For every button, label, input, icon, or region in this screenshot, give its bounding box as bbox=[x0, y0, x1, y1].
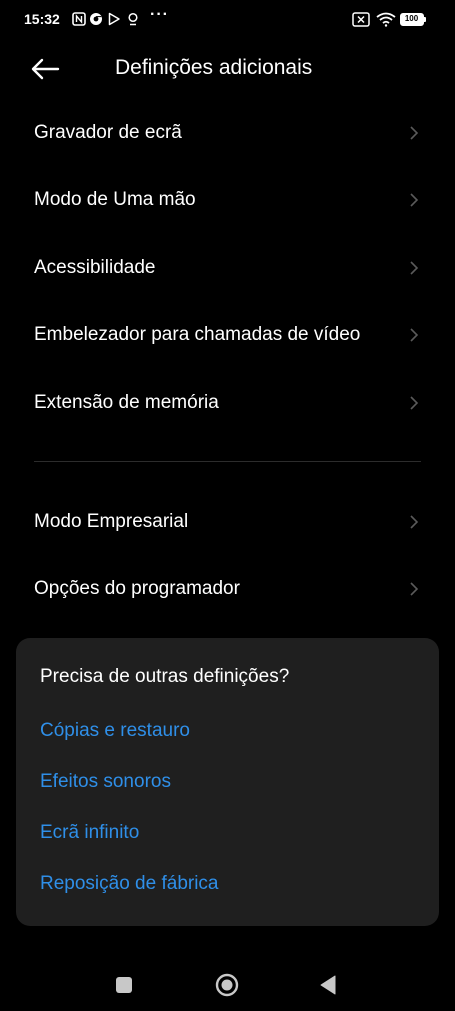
list-item-label: Embelezador para chamadas de vídeo bbox=[34, 324, 361, 346]
battery-level: 100 bbox=[404, 14, 419, 23]
chevron-right-icon bbox=[410, 261, 419, 275]
list-item-video-call-beautifier[interactable]: Embelezador para chamadas de vídeo bbox=[0, 302, 455, 370]
list-item-label: Acessibilidade bbox=[34, 256, 156, 278]
chrome-icon bbox=[90, 13, 102, 25]
recents-square-icon[interactable] bbox=[115, 976, 133, 994]
chevron-right-icon bbox=[410, 515, 419, 529]
chevron-right-icon bbox=[410, 582, 419, 596]
link-sound-effects[interactable]: Efeitos sonoros bbox=[40, 771, 171, 793]
link-backup-restore[interactable]: Cópias e restauro bbox=[40, 720, 190, 742]
battery-tip bbox=[424, 17, 426, 22]
back-triangle-icon[interactable] bbox=[319, 975, 337, 995]
status-bar: 15:32 ··· 100 bbox=[0, 0, 455, 40]
arrow-left-icon bbox=[31, 58, 60, 80]
list-item-memory-extension[interactable]: Extensão de memória bbox=[0, 369, 455, 437]
list-item-label: Opções do programador bbox=[34, 578, 240, 600]
navigation-bar bbox=[0, 960, 455, 1011]
wifi-icon bbox=[376, 12, 396, 27]
list-item-developer-options[interactable]: Opções do programador bbox=[0, 556, 455, 624]
location-icon bbox=[128, 12, 138, 26]
list-item-enterprise-mode[interactable]: Modo Empresarial bbox=[0, 488, 455, 556]
home-circle-icon[interactable] bbox=[215, 973, 239, 997]
battery-icon: 100 bbox=[400, 13, 424, 26]
settings-list-secondary: Modo Empresarial Opções do programador bbox=[0, 488, 455, 623]
chevron-right-icon bbox=[410, 396, 419, 410]
list-item-screen-recorder[interactable]: Gravador de ecrã bbox=[0, 99, 455, 167]
section-divider bbox=[34, 461, 421, 462]
more-notifications-icon: ··· bbox=[150, 6, 169, 23]
link-factory-reset[interactable]: Reposição de fábrica bbox=[40, 873, 219, 895]
list-item-one-handed-mode[interactable]: Modo de Uma mão bbox=[0, 167, 455, 235]
list-item-label: Gravador de ecrã bbox=[34, 121, 182, 143]
chevron-right-icon bbox=[410, 126, 419, 140]
status-time: 15:32 bbox=[24, 11, 60, 27]
other-settings-card: Precisa de outras definições? Cópias e r… bbox=[16, 638, 439, 926]
chevron-right-icon bbox=[410, 193, 419, 207]
no-sim-icon bbox=[352, 12, 370, 27]
list-item-label: Modo Empresarial bbox=[34, 510, 189, 532]
list-item-label: Extensão de memória bbox=[34, 391, 219, 413]
back-button[interactable] bbox=[28, 54, 62, 84]
nfc-icon bbox=[72, 12, 86, 26]
page-title: Definições adicionais bbox=[115, 56, 313, 79]
card-title: Precisa de outras definições? bbox=[40, 666, 290, 687]
link-infinite-screen[interactable]: Ecrã infinito bbox=[40, 822, 139, 844]
play-store-icon bbox=[108, 12, 120, 26]
settings-list: Gravador de ecrã Modo de Uma mão Acessib… bbox=[0, 99, 455, 437]
list-item-label: Modo de Uma mão bbox=[34, 189, 196, 211]
list-item-accessibility[interactable]: Acessibilidade bbox=[0, 234, 455, 302]
chevron-right-icon bbox=[410, 328, 419, 342]
